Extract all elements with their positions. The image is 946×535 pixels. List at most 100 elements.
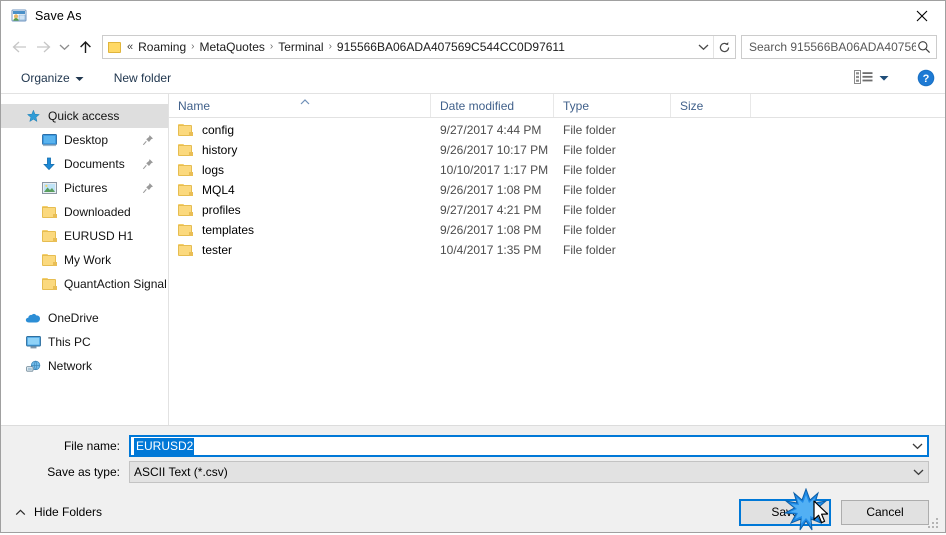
table-row[interactable]: tester 10/4/2017 1:35 PM File folder — [169, 240, 945, 260]
pictures-icon — [41, 180, 57, 196]
view-layout-button[interactable] — [848, 68, 895, 89]
save-button-label: Save — [771, 505, 799, 519]
table-row[interactable]: config 9/27/2017 4:44 PM File folder — [169, 120, 945, 140]
documents-download-icon — [41, 156, 57, 172]
pin-star-icon — [25, 108, 41, 124]
save-as-app-icon — [11, 8, 27, 24]
column-header-name[interactable]: Name — [169, 94, 431, 117]
save-as-type-label: Save as type: — [47, 465, 120, 479]
file-date: 10/10/2017 1:17 PM — [440, 163, 549, 177]
search-box[interactable] — [741, 35, 937, 59]
file-name-value: EURUSD2 — [134, 437, 195, 455]
breadcrumb-metaquotes[interactable]: MetaQuotes — [197, 36, 268, 58]
pin-icon[interactable] — [142, 182, 154, 194]
help-circle-icon[interactable]: ? — [917, 69, 935, 87]
table-row[interactable]: logs 10/10/2017 1:17 PM File folder — [169, 160, 945, 180]
breadcrumb-roaming[interactable]: Roaming — [135, 36, 189, 58]
hide-folders-label: Hide Folders — [34, 505, 103, 519]
folder-icon — [178, 224, 193, 236]
organize-button[interactable]: Organize — [15, 69, 90, 87]
column-header-label: Date modified — [440, 98, 515, 113]
sidebar-item-desktop[interactable]: Desktop — [1, 128, 168, 152]
file-date: 9/26/2017 1:08 PM — [440, 183, 542, 197]
sidebar-item-label: Desktop — [64, 133, 109, 147]
address-chevron-down-icon[interactable] — [693, 36, 713, 58]
sidebar-item-pictures[interactable]: Pictures — [1, 176, 168, 200]
pin-icon[interactable] — [142, 158, 154, 170]
file-rows: config 9/27/2017 4:44 PM File folder his… — [169, 118, 945, 425]
arrow-left-icon[interactable] — [7, 35, 31, 59]
sidebar-item-label: Pictures — [64, 181, 108, 195]
sidebar-item-label: Downloaded — [64, 205, 131, 219]
file-type: File folder — [563, 163, 616, 177]
sidebar-item-downloaded[interactable]: Downloaded — [1, 200, 168, 224]
arrow-right-icon[interactable] — [31, 35, 55, 59]
save-as-type-select[interactable]: ASCII Text (*.csv) — [129, 461, 929, 483]
folder-icon — [178, 144, 193, 156]
close-icon[interactable] — [899, 1, 945, 31]
file-name: config — [202, 123, 235, 137]
file-name-cell: config — [169, 123, 431, 137]
sidebar-item-label: Quick access — [48, 109, 120, 123]
arrow-up-icon[interactable] — [73, 35, 97, 59]
file-type: File folder — [563, 123, 616, 137]
file-date: 9/26/2017 10:17 PM — [440, 143, 549, 157]
sidebar-item-quantaction-signal[interactable]: QuantAction Signal — [1, 272, 168, 296]
save-button[interactable]: Save — [739, 498, 831, 526]
save-form: File name: EURUSD2 Save as type: ASCII T… — [1, 425, 945, 492]
refresh-icon[interactable] — [713, 36, 735, 58]
resize-grip-icon[interactable] — [928, 516, 941, 529]
sidebar-item-my-work[interactable]: My Work — [1, 248, 168, 272]
save-as-type-row: Save as type: ASCII Text (*.csv) — [1, 461, 929, 483]
breadcrumb-terminal-id[interactable]: 915566BA06ADA407569C544CC0D97611 — [334, 36, 568, 58]
sidebar-item-onedrive[interactable]: OneDrive — [1, 306, 168, 330]
cancel-button[interactable]: Cancel — [841, 499, 929, 525]
view-caret-down-icon — [879, 71, 889, 85]
column-header-type[interactable]: Type — [554, 94, 671, 117]
sidebar-item-eurusd-h1[interactable]: EURUSD H1 — [1, 224, 168, 248]
hide-folders-button[interactable]: Hide Folders — [15, 505, 102, 519]
new-folder-button[interactable]: New folder — [108, 69, 177, 87]
save-as-type-chevron-down-icon[interactable] — [908, 468, 928, 476]
folder-icon — [41, 204, 57, 220]
file-name: history — [202, 143, 238, 157]
column-header-date-modified[interactable]: Date modified — [431, 94, 554, 117]
sidebar-item-quick-access[interactable]: Quick access — [1, 104, 168, 128]
save-as-dialog: Save As « Roaming › MetaQuotes › Termina — [0, 0, 946, 533]
file-date: 9/27/2017 4:21 PM — [440, 203, 542, 217]
sidebar-item-label: Documents — [64, 157, 125, 171]
recent-locations-chevron-down-icon[interactable] — [55, 35, 73, 59]
sidebar-item-documents[interactable]: Documents — [1, 152, 168, 176]
file-list-pane: Name Date modified Type Size config 9/27… — [169, 94, 945, 425]
breadcrumb-terminal[interactable]: Terminal — [275, 36, 326, 58]
table-row[interactable]: templates 9/26/2017 1:08 PM File folder — [169, 220, 945, 240]
sort-caret-up-icon — [299, 95, 311, 105]
folder-icon — [178, 204, 193, 216]
table-row[interactable]: history 9/26/2017 10:17 PM File folder — [169, 140, 945, 160]
file-type: File folder — [563, 223, 616, 237]
title-bar: Save As — [1, 1, 945, 31]
column-header-size[interactable]: Size — [671, 94, 751, 117]
breadcrumb-prefix: « — [127, 41, 134, 53]
file-type: File folder — [563, 203, 616, 217]
sidebar-item-network[interactable]: Network — [1, 354, 168, 378]
table-row[interactable]: MQL4 9/26/2017 1:08 PM File folder — [169, 180, 945, 200]
caret-up-icon — [15, 505, 26, 519]
pin-icon[interactable] — [142, 134, 154, 146]
search-input[interactable] — [749, 40, 916, 54]
sidebar-item-this-pc[interactable]: This PC — [1, 330, 168, 354]
address-bar[interactable]: « Roaming › MetaQuotes › Terminal › 9155… — [102, 35, 736, 59]
folder-icon — [107, 40, 123, 54]
file-name-chevron-down-icon[interactable] — [907, 442, 927, 450]
dialog-body: Quick access Desktop Documents Pictures … — [1, 94, 945, 425]
sidebar-item-label: This PC — [48, 335, 91, 349]
breadcrumb-separator: › — [328, 41, 332, 52]
file-name-input[interactable]: EURUSD2 — [129, 435, 929, 457]
table-row[interactable]: profiles 9/27/2017 4:21 PM File folder — [169, 200, 945, 220]
breadcrumb-separator: › — [269, 41, 274, 52]
sidebar-item-label: My Work — [64, 253, 112, 267]
folder-icon — [178, 244, 193, 256]
file-name-cell: logs — [169, 163, 431, 177]
file-type: File folder — [563, 183, 616, 197]
